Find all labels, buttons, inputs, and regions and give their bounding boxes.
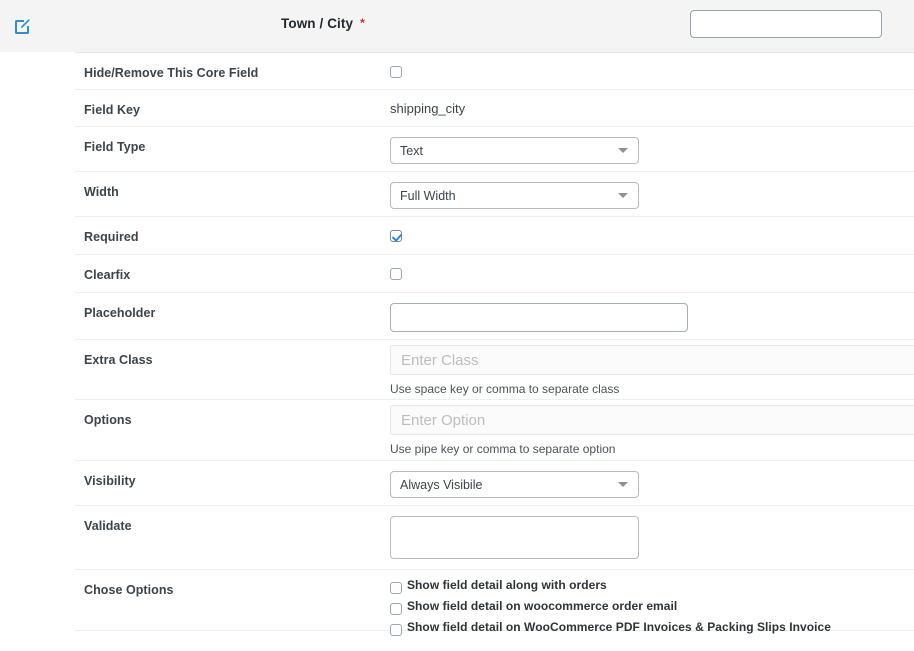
row-label-visibility: Visibility [84,474,136,488]
row-label-field-type: Field Type [84,140,146,154]
field-settings-table: Hide/Remove This Core Field Field Key sh… [0,52,914,636]
row-validate: Validate [75,505,914,569]
row-options: Options Use pipe key or comma to separat… [75,399,914,460]
chose-option-item: Show field detail along with orders [381,578,914,594]
validate-textarea[interactable] [390,516,639,559]
row-label-extra-class: Extra Class [84,353,153,367]
options-hint: Use pipe key or comma to separate option [390,442,616,456]
row-label-field-key: Field Key [84,103,141,117]
row-control-required [381,217,914,252]
page-title: Town / City * [281,16,365,31]
clearfix-checkbox[interactable] [390,268,402,280]
field-title-text: Town / City [281,16,354,31]
row-control-chose-options: Show field detail along with orders Show… [381,570,914,651]
row-field-type: Field Type Text [75,126,914,171]
edit-square-icon[interactable] [11,16,33,38]
row-label-validate: Validate [84,519,132,533]
field-type-select[interactable]: Text [390,137,639,164]
field-key-value: shipping_city [390,101,466,116]
row-hide-remove-core-field: Hide/Remove This Core Field [75,52,914,89]
chose-option-item: Show field detail on woocommerce order e… [381,599,914,615]
row-clearfix: Clearfix [75,254,914,292]
visibility-selected-value: Always Visibile [400,477,483,492]
row-label-placeholder: Placeholder [84,306,156,320]
width-selected-value: Full Width [400,188,456,203]
chose-option-orders-label: Show field detail along with orders [407,578,607,592]
placeholder-input[interactable] [390,303,688,332]
row-chose-options: Chose Options Show field detail along wi… [75,569,914,636]
width-select[interactable]: Full Width [390,182,639,209]
row-control-visibility: Always Visibile [381,461,914,508]
field-header: Town / City * [0,0,914,52]
row-control-clearfix [381,255,914,290]
hide-remove-checkbox[interactable] [390,66,402,78]
row-placeholder: Placeholder [75,292,914,339]
field-label-input[interactable] [690,10,882,38]
row-label-options: Options [84,413,132,427]
row-control-field-type: Text [381,127,914,174]
chose-option-pdf-invoice-checkbox[interactable] [390,624,402,636]
extra-class-hint: Use space key or comma to separate class [390,382,620,396]
row-label-required: Required [84,230,139,244]
row-control-field-key: shipping_city [381,90,914,126]
row-control-hide-remove [381,53,914,88]
chose-option-pdf-invoice-label: Show field detail on WooCommerce PDF Inv… [407,620,831,634]
chose-option-orders-checkbox[interactable] [390,582,402,594]
chose-option-order-email-checkbox[interactable] [390,603,402,615]
visibility-select[interactable]: Always Visibile [390,471,639,498]
row-control-validate [381,506,914,569]
chose-option-item: Show field detail on WooCommerce PDF Inv… [381,620,914,636]
extra-class-input[interactable] [390,345,914,375]
row-control-options: Use pipe key or comma to separate option [381,400,914,466]
required-asterisk: * [360,16,365,30]
row-label-hide-remove: Hide/Remove This Core Field [84,66,259,80]
chevron-down-icon [618,148,628,153]
row-field-key: Field Key shipping_city [75,89,914,126]
row-label-clearfix: Clearfix [84,268,131,282]
row-label-width: Width [84,185,119,199]
row-width: Width Full Width [75,171,914,216]
row-extra-class: Extra Class Use space key or comma to se… [75,339,914,399]
row-visibility: Visibility Always Visibile [75,460,914,505]
row-control-width: Full Width [381,172,914,219]
chose-option-order-email-label: Show field detail on woocommerce order e… [407,599,678,613]
row-label-chose-options: Chose Options [84,583,174,597]
chose-options-list: Show field detail along with orders Show… [381,577,914,636]
row-required: Required [75,216,914,254]
field-type-selected-value: Text [400,143,423,158]
required-checkbox[interactable] [390,230,402,242]
row-control-extra-class: Use space key or comma to separate class [381,340,914,406]
options-input[interactable] [390,405,914,435]
row-control-placeholder [381,293,914,342]
chevron-down-icon [618,193,628,198]
chevron-down-icon [618,482,628,487]
